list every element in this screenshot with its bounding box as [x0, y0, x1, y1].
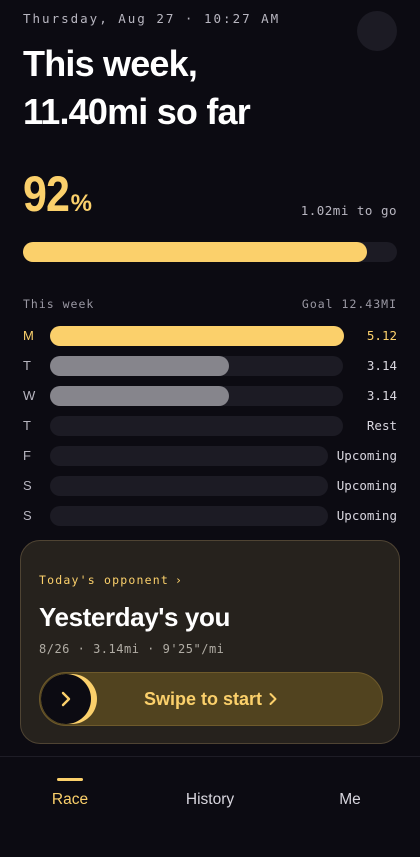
page-title: This week, 11.40mi so far [23, 40, 353, 136]
title-line-2: 11.40mi so far [23, 91, 251, 132]
avatar[interactable] [357, 11, 397, 51]
day-row: T Rest [23, 416, 397, 436]
tab-me[interactable]: Me [305, 791, 395, 809]
opponent-eyebrow-label: Today's opponent [39, 573, 169, 587]
week-title: This week [23, 297, 95, 311]
day-value: 3.14 [366, 388, 397, 403]
day-row: F Upcoming [23, 446, 397, 466]
swipe-handle[interactable] [41, 674, 91, 724]
day-label: S [23, 508, 32, 523]
tab-race[interactable]: Race [25, 791, 115, 809]
day-value: 5.12 [366, 328, 397, 343]
progress-percent-value: 92 [23, 166, 70, 222]
day-progress-track [50, 446, 328, 466]
chevron-right-icon [269, 693, 277, 705]
day-value: Upcoming [336, 478, 397, 493]
chevron-right-icon [61, 691, 71, 707]
progress-percent: 92% [23, 165, 92, 223]
tab-indicator [57, 778, 83, 781]
swipe-to-start-slider[interactable]: Swipe to start [39, 672, 383, 726]
day-label: F [23, 448, 31, 463]
weekly-progress-bar [23, 242, 397, 262]
week-goal: Goal 12.43MI [301, 297, 397, 311]
day-progress-track [50, 476, 328, 496]
day-label: W [23, 388, 36, 403]
remaining-distance: 1.02mi to go [300, 203, 397, 218]
day-row: T 3.14 [23, 356, 397, 376]
day-value: Upcoming [336, 448, 397, 463]
day-value: Upcoming [336, 508, 397, 523]
day-row: M 5.12 [23, 326, 397, 346]
weekly-progress-fill [23, 242, 368, 262]
day-progress-fill [50, 326, 344, 346]
day-progress-fill [50, 386, 229, 406]
day-label: T [23, 358, 31, 373]
day-label: S [23, 478, 32, 493]
day-row: W 3.14 [23, 386, 397, 406]
progress-percent-sign: % [70, 190, 92, 217]
title-line-1: This week, [23, 43, 198, 84]
day-row: S Upcoming [23, 506, 397, 526]
opponent-eyebrow[interactable]: Today's opponent › [39, 573, 183, 587]
opponent-meta: 8/26 · 3.14mi · 9'25"/mi [39, 642, 225, 656]
day-label: T [23, 418, 31, 433]
week-header: This week Goal 12.43MI [23, 297, 397, 313]
tab-bar: Race History Me [0, 756, 420, 857]
day-value: 3.14 [366, 358, 397, 373]
day-label: M [23, 328, 34, 343]
day-row: S Upcoming [23, 476, 397, 496]
day-progress-track [50, 356, 343, 376]
tab-history[interactable]: History [165, 791, 255, 809]
status-datetime: Thursday, Aug 27 · 10:27 AM [23, 11, 281, 26]
day-progress-track [50, 386, 343, 406]
chevron-right-icon: › [174, 573, 184, 587]
day-progress-track [50, 326, 344, 346]
day-progress-track [50, 416, 343, 436]
opponent-title: Yesterday's you [39, 602, 230, 632]
day-value: Rest [366, 418, 397, 433]
day-progress-track [50, 506, 328, 526]
day-progress-fill [50, 356, 229, 376]
swipe-label: Swipe to start [144, 689, 263, 709]
opponent-card[interactable]: Today's opponent › Yesterday's you 8/26 ·… [20, 540, 400, 744]
